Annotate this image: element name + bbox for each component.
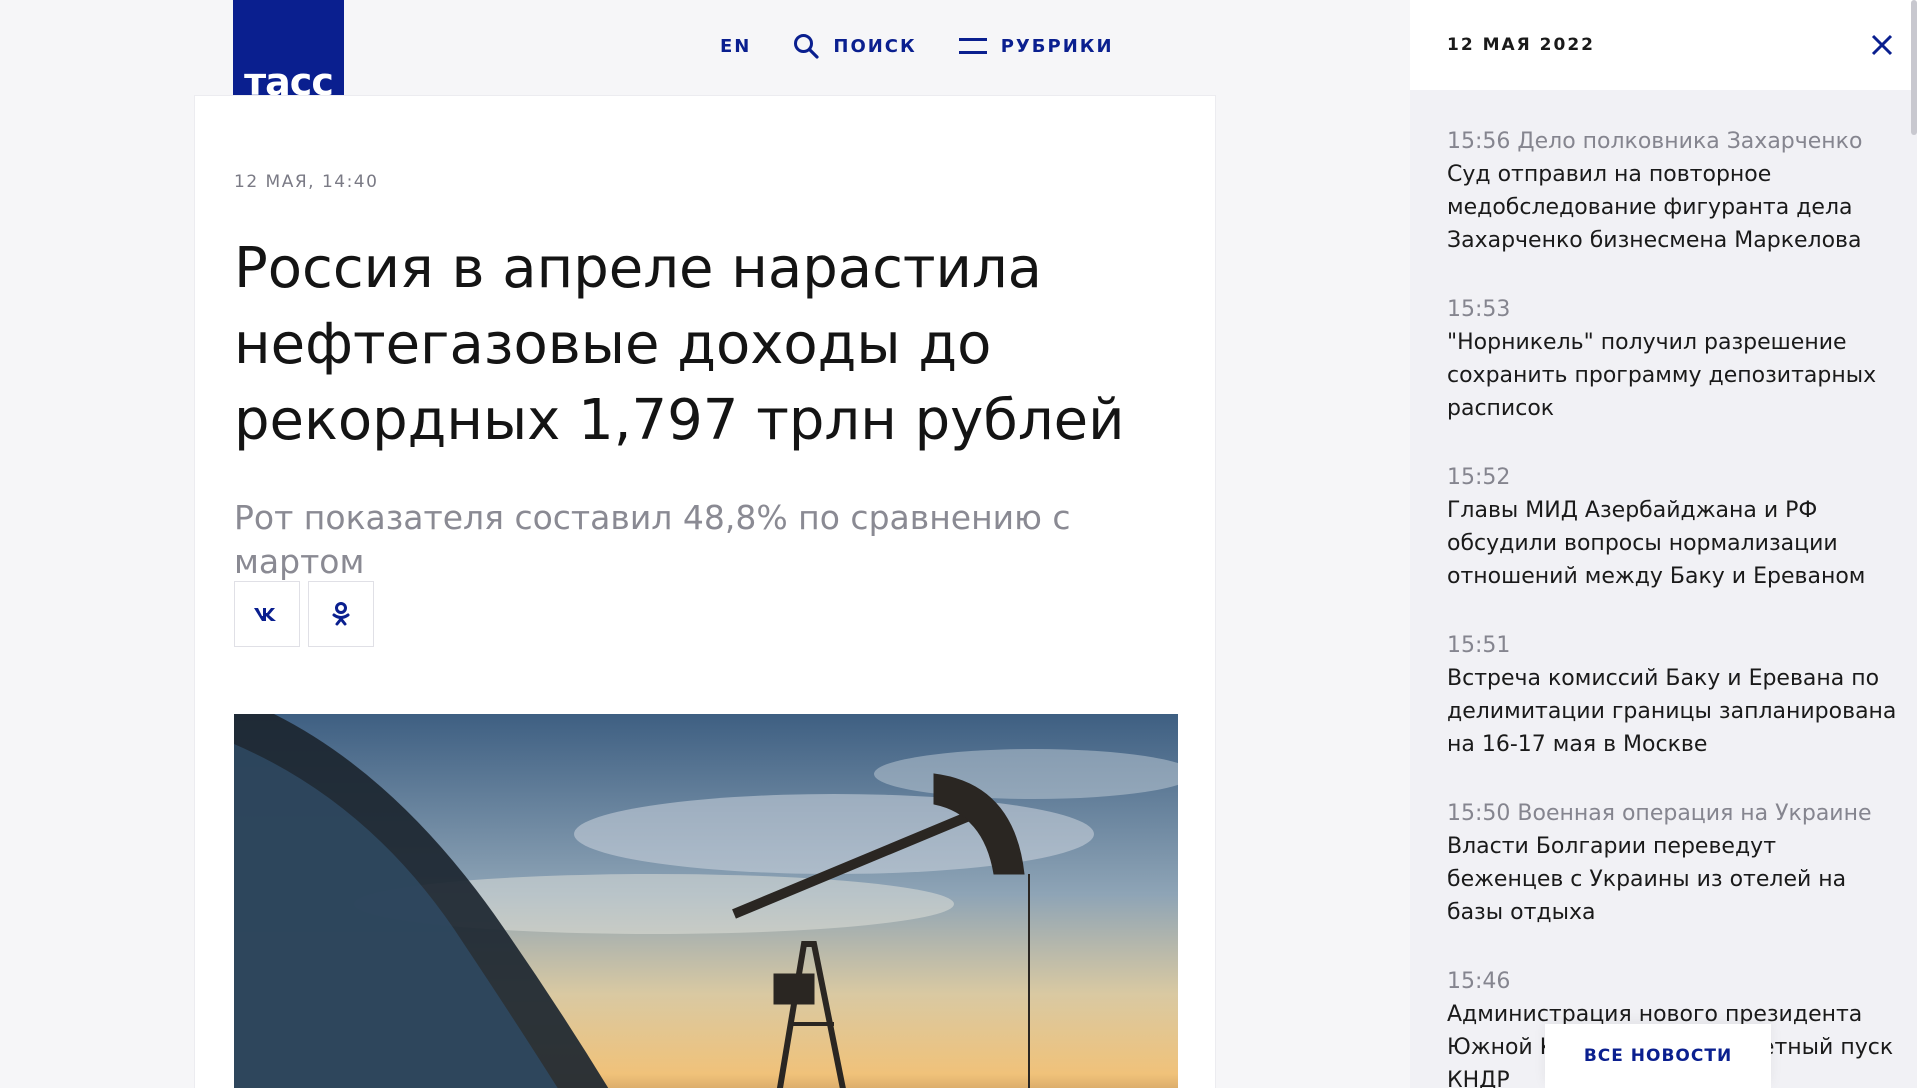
news-item-rubric[interactable]: Дело полковника Захарченко	[1517, 129, 1862, 154]
news-item-meta: 15:56 Дело полковника Захарченко	[1447, 125, 1897, 158]
news-item-time: 15:51	[1447, 633, 1511, 658]
news-list: 15:56 Дело полковника Захарченко Суд отп…	[1447, 125, 1897, 1088]
close-button[interactable]	[1867, 30, 1897, 60]
article-photo	[234, 714, 1178, 1088]
news-item-time: 15:46	[1447, 969, 1511, 994]
article-lead: Рот показателя составил 48,8% по сравнен…	[234, 498, 1071, 581]
news-feed-scrollbar[interactable]	[1911, 0, 1917, 135]
search-label: ПОИСК	[833, 35, 917, 57]
news-item-title[interactable]: Власти Болгарии переведут беженцев с Укр…	[1447, 830, 1897, 929]
news-item[interactable]: 15:53 "Норникель" получил разрешение сох…	[1447, 293, 1897, 425]
share-buttons	[234, 581, 374, 647]
rubrics-menu-button[interactable]: РУБРИКИ	[958, 35, 1114, 57]
news-item-meta: 15:53	[1447, 293, 1897, 326]
news-item-title[interactable]: Встреча комиссий Баку и Еревана по делим…	[1447, 662, 1897, 761]
ok-icon	[332, 602, 350, 626]
news-item[interactable]: 15:50 Военная операция на Украине Власти…	[1447, 797, 1897, 929]
news-item[interactable]: 15:56 Дело полковника Захарченко Суд отп…	[1447, 125, 1897, 257]
language-switch-link[interactable]: EN	[720, 36, 751, 57]
search-icon	[794, 34, 819, 59]
news-item-rubric[interactable]: Военная операция на Украине	[1517, 801, 1871, 826]
vk-share-button[interactable]	[234, 581, 300, 647]
vk-icon	[254, 608, 276, 621]
ok-share-button[interactable]	[308, 581, 374, 647]
article-card: 12 МАЯ, 14:40 Россия в апреле нарастила …	[194, 95, 1216, 1088]
tass-logo[interactable]: тасс	[233, 0, 344, 107]
oil-pump-photo-illustration	[234, 714, 1178, 1088]
rubrics-label: РУБРИКИ	[1000, 35, 1114, 57]
news-item-meta: 15:46	[1447, 965, 1897, 998]
news-item-title[interactable]: "Норникель" получил разрешение сохранить…	[1447, 326, 1897, 425]
news-feed-date: 12 МАЯ 2022	[1447, 35, 1595, 55]
news-item-time: 15:56	[1447, 129, 1511, 154]
news-item-title[interactable]: Главы МИД Азербайджана и РФ обсудили воп…	[1447, 494, 1897, 593]
menu-icon	[958, 38, 987, 54]
page: тасс EN ПОИСК РУБРИКИ 12 МАЯ, 14:40 Росс…	[0, 0, 1917, 1088]
news-item[interactable]: 15:52 Главы МИД Азербайджана и РФ обсуди…	[1447, 461, 1897, 593]
language-label: EN	[720, 35, 752, 57]
all-news-label: ВСЕ НОВОСТИ	[1583, 1046, 1733, 1066]
article-dateline: 12 МАЯ, 14:40	[234, 172, 379, 192]
top-navigation: EN ПОИСК РУБРИКИ	[720, 28, 1114, 64]
news-item-title[interactable]: Суд отправил на повторное медобследовани…	[1447, 158, 1897, 257]
news-item-meta: 15:52	[1447, 461, 1897, 494]
article-headline: Россия в апреле нарастила нефтегазовые д…	[234, 236, 1125, 453]
news-feed-panel: 12 МАЯ 2022 15:56 Дело полковника Захарч…	[1410, 0, 1917, 1088]
news-item-meta: 15:51	[1447, 629, 1897, 662]
news-item-time: 15:50	[1447, 801, 1511, 826]
news-feed-header: 12 МАЯ 2022	[1410, 0, 1917, 90]
news-item[interactable]: 15:51 Встреча комиссий Баку и Еревана по…	[1447, 629, 1897, 761]
news-item-meta: 15:50 Военная операция на Украине	[1447, 797, 1897, 830]
news-item-time: 15:53	[1447, 297, 1511, 322]
all-news-button[interactable]: ВСЕ НОВОСТИ	[1545, 1024, 1771, 1088]
search-button[interactable]: ПОИСК	[793, 33, 916, 59]
news-item-time: 15:52	[1447, 465, 1511, 490]
close-icon	[1871, 34, 1893, 56]
